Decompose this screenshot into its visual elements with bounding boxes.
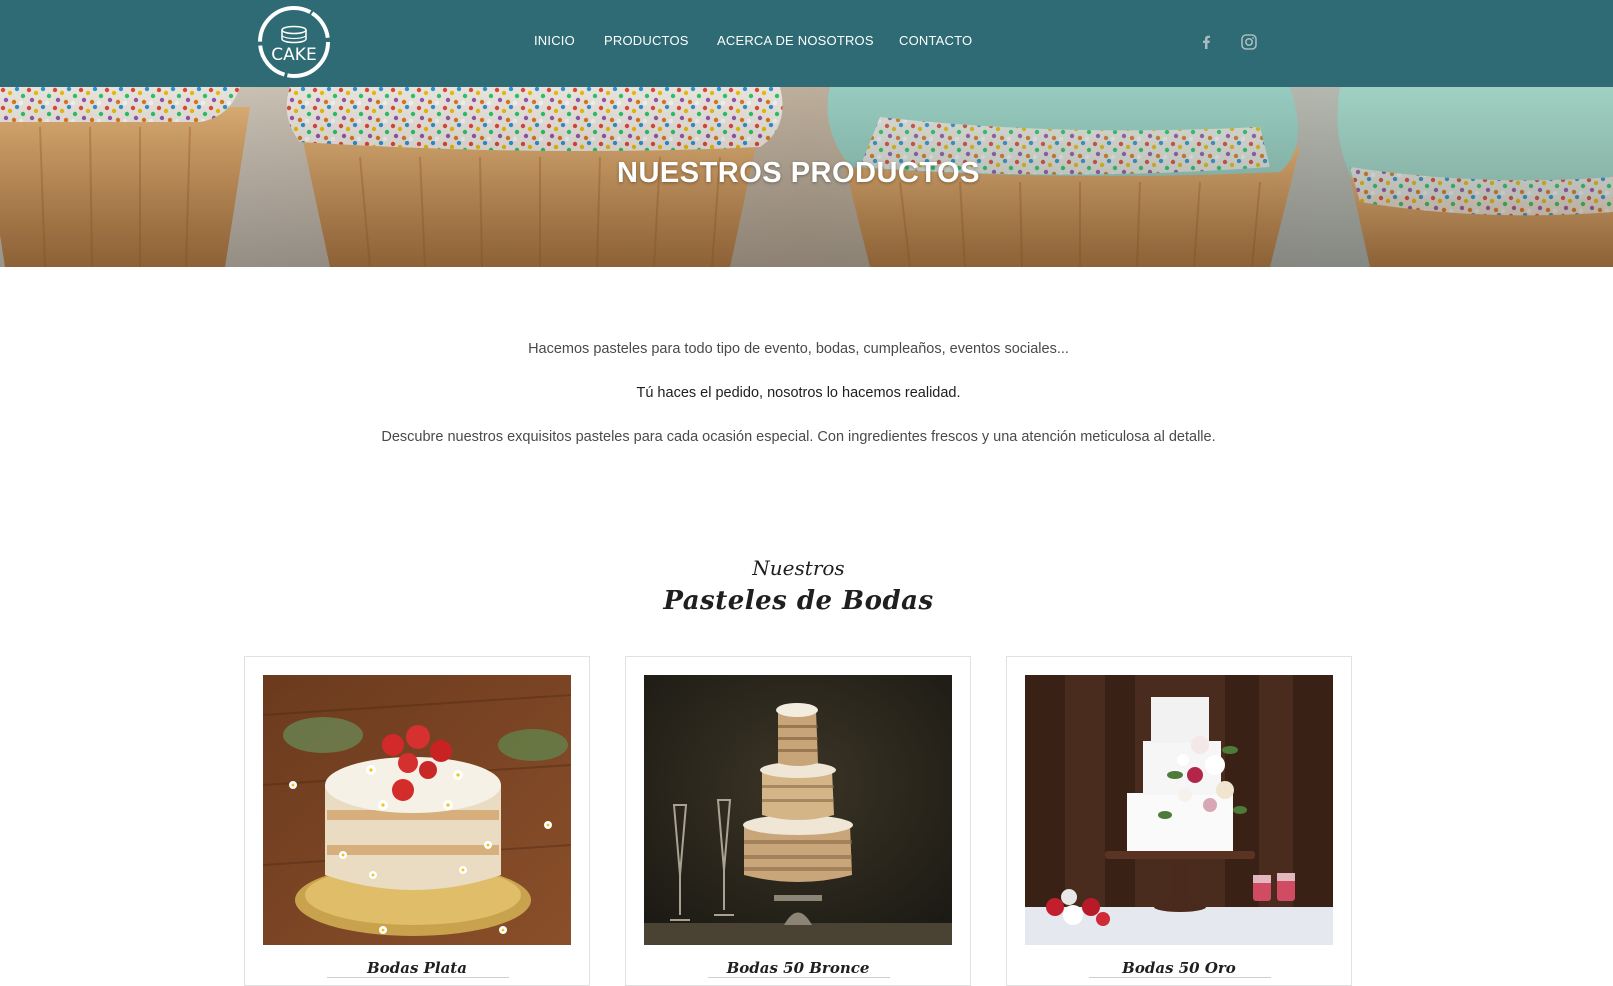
site-header: CAKE INICIO PRODUCTOS ACERCA DE NOSOTROS… [0,0,1613,87]
facebook-icon[interactable] [1195,31,1217,53]
cake-photo-oro[interactable] [1025,675,1333,945]
product-card-plata[interactable]: Bodas Plata [244,656,590,986]
nav-inicio[interactable]: INICIO [534,33,575,48]
title-underline [708,977,890,978]
nav-contacto[interactable]: CONTACTO [899,33,972,48]
intro-line-3: Descubre nuestros exquisitos pasteles pa… [381,429,1216,445]
product-card-bronce[interactable]: Bodas 50 Bronce [625,656,971,986]
nav-productos[interactable]: PRODUCTOS [604,33,689,48]
cake-photo-bronce[interactable] [644,675,952,945]
product-name[interactable]: Bodas 50 Oro [1007,959,1351,977]
cake-photo-plata[interactable] [263,675,571,945]
intro-line-2: Tú haces el pedido, nosotros lo hacemos … [636,385,961,401]
product-name[interactable]: Bodas Plata [245,959,589,977]
cake-logo[interactable]: CAKE [256,4,332,80]
instagram-icon[interactable] [1238,31,1260,53]
product-name[interactable]: Bodas 50 Bronce [626,959,970,977]
hero-banner: NUESTROS PRODUCTOS [0,87,1613,267]
title-underline [1089,977,1271,978]
product-card-oro[interactable]: Bodas 50 Oro [1006,656,1352,986]
logo-text: CAKE [271,45,316,65]
nav-acerca[interactable]: ACERCA DE NOSOTROS [717,33,874,48]
section-title: Pasteles de Bodas [663,586,934,616]
section-kicker: Nuestros [752,556,845,580]
page-title: NUESTROS PRODUCTOS [617,157,980,189]
intro-line-1: Hacemos pasteles para todo tipo de event… [528,341,1069,357]
title-underline [327,977,509,978]
